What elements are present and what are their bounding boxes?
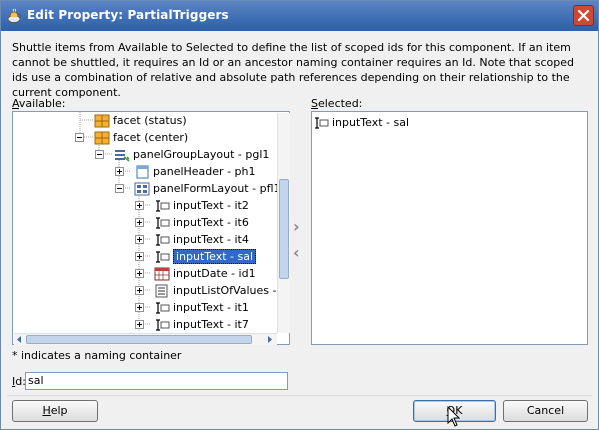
edit-property-dialog: Edit Property: PartialTriggers Shuttle i… [0, 0, 599, 430]
input-text-icon [156, 301, 170, 314]
facet-icon [94, 114, 110, 127]
tree-item[interactable]: inputText - it4 [154, 231, 249, 248]
tree-item-selected[interactable]: inputText - sal [154, 248, 257, 265]
tree-item[interactable]: panelGroupLayout - pgl1 [114, 146, 269, 163]
tree-item[interactable]: inputText - it7 [154, 316, 249, 333]
mouse-cursor-icon [447, 406, 461, 427]
expand-toggle[interactable] [135, 269, 144, 278]
input-text-icon [315, 116, 329, 129]
tree-item[interactable]: facet (center) [94, 129, 188, 146]
panel-header-icon [136, 165, 149, 178]
vertical-scrollbar[interactable] [277, 113, 290, 333]
id-label: Id: [12, 375, 26, 388]
remove-from-selected-button[interactable]: ‹ [293, 243, 300, 262]
input-text-icon [156, 250, 170, 263]
panel-group-layout-icon [115, 149, 130, 162]
tree-item[interactable]: panelFormLayout - pfl1 [134, 180, 281, 197]
tree-item[interactable]: panelHeader - ph1 [134, 163, 256, 180]
scroll-thumb[interactable] [26, 335, 252, 344]
input-date-icon [154, 267, 170, 280]
input-text-icon [156, 216, 170, 229]
add-to-selected-button[interactable]: › [293, 217, 300, 236]
cancel-button[interactable]: Cancel [503, 400, 588, 422]
expand-toggle[interactable] [135, 201, 144, 210]
scroll-left-icon[interactable] [16, 336, 23, 343]
scroll-thumb[interactable] [279, 179, 289, 279]
naming-container-note: * indicates a naming container [12, 349, 182, 362]
tree-item[interactable]: inputText - it1 [154, 299, 249, 316]
tree-item[interactable]: inputDate - id1 [154, 265, 256, 282]
expand-toggle[interactable] [135, 303, 144, 312]
available-label: Available: [12, 97, 66, 110]
dialog-description: Shuttle items from Available to Selected… [12, 41, 574, 99]
input-text-icon [156, 199, 170, 212]
horizontal-scrollbar[interactable] [14, 333, 277, 345]
selected-label: Selected: [311, 97, 363, 110]
title-bar[interactable]: Edit Property: PartialTriggers [1, 1, 598, 31]
id-field[interactable]: sal [25, 372, 288, 390]
selected-item[interactable]: inputText - sal [313, 114, 409, 131]
window-title: Edit Property: PartialTriggers [27, 8, 229, 22]
input-text-icon [156, 318, 170, 331]
available-tree[interactable]: facet (status) facet (center) panelGroup… [12, 111, 290, 345]
expand-toggle[interactable] [135, 218, 144, 227]
selected-list[interactable]: inputText - sal [311, 111, 588, 345]
scroll-right-icon[interactable] [266, 336, 273, 343]
facet-icon [94, 131, 110, 144]
collapse-toggle[interactable] [95, 150, 104, 159]
close-button[interactable] [573, 5, 594, 26]
input-list-of-values-icon [155, 284, 168, 297]
tree-item[interactable]: facet (status) [94, 112, 187, 129]
help-button[interactable]: Help [12, 400, 98, 422]
collapse-toggle[interactable] [75, 133, 84, 142]
expand-toggle[interactable] [135, 235, 144, 244]
expand-toggle[interactable] [135, 320, 144, 329]
close-icon [577, 9, 590, 22]
coffee-cup-icon [7, 8, 21, 23]
tree-item[interactable]: inputText - it2 [154, 197, 249, 214]
input-text-icon [156, 233, 170, 246]
expand-toggle[interactable] [135, 286, 144, 295]
expand-toggle[interactable] [135, 252, 144, 261]
divider [7, 395, 592, 396]
collapse-toggle[interactable] [115, 184, 124, 193]
panel-form-layout-icon [134, 182, 150, 195]
tree-item[interactable]: inputListOfValues - jo [154, 282, 290, 299]
expand-toggle[interactable] [115, 167, 124, 176]
tree-item[interactable]: inputText - it6 [154, 214, 249, 231]
